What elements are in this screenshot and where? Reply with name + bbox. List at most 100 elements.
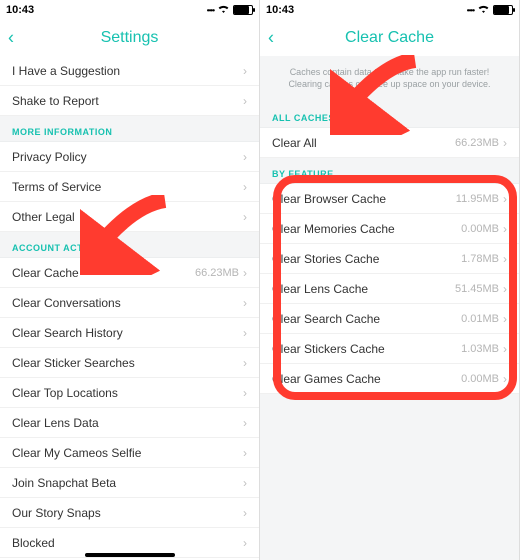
row-clear-cameos[interactable]: Clear My Cameos Selfie › <box>0 438 259 468</box>
row-browser-cache[interactable]: Clear Browser Cache 11.95MB › <box>260 184 519 214</box>
row-privacy[interactable]: Privacy Policy › <box>0 142 259 172</box>
row-label: Clear Stickers Cache <box>272 342 385 356</box>
row-trailing: 1.03MB› <box>461 342 507 356</box>
signal-icon: •••• <box>207 6 214 15</box>
row-label: Other Legal <box>12 210 75 224</box>
row-label: Clear Cache <box>12 266 79 280</box>
row-label: Clear Games Cache <box>272 372 381 386</box>
row-label: Clear All <box>272 136 317 150</box>
cache-size: 1.78MB <box>461 253 499 265</box>
chevron-right-icon: › <box>243 180 247 194</box>
row-our-story[interactable]: Our Story Snaps › <box>0 498 259 528</box>
chevron-right-icon: › <box>243 326 247 340</box>
row-suggestion[interactable]: I Have a Suggestion › <box>0 56 259 86</box>
row-clear-all[interactable]: Clear All 66.23MB› <box>260 128 519 158</box>
row-label: Clear Memories Cache <box>272 222 395 236</box>
row-label: Privacy Policy <box>12 150 87 164</box>
row-trailing: 66.23MB › <box>195 266 247 280</box>
row-trailing: 0.01MB › <box>461 312 507 326</box>
row-clear-cache[interactable]: Clear Cache 66.23MB › <box>0 258 259 288</box>
phone-clear-cache: 10:43 •••• ‹ Clear Cache Caches contain … <box>260 0 520 560</box>
row-label: Clear Top Locations <box>12 386 118 400</box>
row-clear-lens-data[interactable]: Clear Lens Data› <box>0 408 259 438</box>
row-games-cache[interactable]: Clear Games Cache 0.00MB › <box>260 364 519 394</box>
settings-list[interactable]: I Have a Suggestion › Shake to Report › MO… <box>0 56 259 560</box>
row-stories-cache[interactable]: Clear Stories Cache 1.78MB › <box>260 244 519 274</box>
section-all-caches: ALL CACHES <box>260 102 519 128</box>
status-time: 10:43 <box>266 4 294 16</box>
cache-size: 11.95MB <box>456 193 499 205</box>
chevron-right-icon: › <box>503 282 507 296</box>
chevron-right-icon: › <box>243 210 247 224</box>
back-button[interactable]: ‹ <box>268 28 274 49</box>
row-label: Clear My Cameos Selfie <box>12 446 141 460</box>
row-trailing: 66.23MB› <box>455 136 507 150</box>
battery-icon <box>233 5 253 15</box>
row-label: Clear Sticker Searches <box>12 356 135 370</box>
row-trailing: 51.45MB › <box>455 282 507 296</box>
phone-settings: 10:43 •••• ‹ Settings I Have a Suggestio… <box>0 0 260 560</box>
chevron-right-icon: › <box>243 416 247 430</box>
chevron-right-icon: › <box>243 150 247 164</box>
row-trailing: 1.78MB › <box>461 252 507 266</box>
row-stickers-cache[interactable]: Clear Stickers Cache 1.03MB› <box>260 334 519 364</box>
row-label: Clear Conversations <box>12 296 121 310</box>
page-title: Clear Cache <box>345 29 434 47</box>
wifi-icon <box>217 4 230 17</box>
chevron-right-icon: › <box>503 372 507 386</box>
row-label: Our Story Snaps <box>12 506 101 520</box>
row-join-beta[interactable]: Join Snapchat Beta › <box>0 468 259 498</box>
battery-icon <box>493 5 513 15</box>
home-indicator[interactable] <box>85 553 175 557</box>
nav-bar: ‹ Clear Cache <box>260 20 519 56</box>
chevron-right-icon: › <box>243 536 247 550</box>
row-label: Blocked <box>12 536 55 550</box>
row-label: Clear Stories Cache <box>272 252 379 266</box>
back-button[interactable]: ‹ <box>8 28 14 49</box>
row-lens-cache[interactable]: Clear Lens Cache 51.45MB › <box>260 274 519 304</box>
row-clear-conversations[interactable]: Clear Conversations› <box>0 288 259 318</box>
section-by-feature: BY FEATURE <box>260 158 519 184</box>
chevron-right-icon: › <box>243 356 247 370</box>
row-clear-sticker-searches[interactable]: Clear Sticker Searches › <box>0 348 259 378</box>
chevron-right-icon: › <box>243 476 247 490</box>
row-trailing: 0.00MB› <box>461 222 507 236</box>
row-trailing: 0.00MB › <box>461 372 507 386</box>
chevron-right-icon: › <box>503 342 507 356</box>
chevron-right-icon: › <box>503 312 507 326</box>
cache-size: 0.00MB <box>461 373 499 385</box>
chevron-right-icon: › <box>243 506 247 520</box>
row-label: Clear Lens Cache <box>272 282 368 296</box>
chevron-right-icon: › <box>243 446 247 460</box>
row-label: Clear Search Cache <box>272 312 380 326</box>
row-shake[interactable]: Shake to Report › <box>0 86 259 116</box>
chevron-right-icon: › <box>243 64 247 78</box>
chevron-right-icon: › <box>243 266 247 280</box>
chevron-right-icon: › <box>503 136 507 150</box>
chevron-right-icon: › <box>503 252 507 266</box>
section-more-info: MORE INFORMATION <box>0 116 259 142</box>
row-tos[interactable]: Terms of Service › <box>0 172 259 202</box>
row-memories-cache[interactable]: Clear Memories Cache 0.00MB› <box>260 214 519 244</box>
row-clear-top-locations[interactable]: Clear Top Locations› <box>0 378 259 408</box>
section-account-actions: ACCOUNT ACTIONS <box>0 232 259 258</box>
row-label: Join Snapchat Beta <box>12 476 116 490</box>
cache-size: 51.45MB <box>455 283 499 295</box>
chevron-right-icon: › <box>243 94 247 108</box>
row-trailing: 11.95MB › <box>456 192 507 206</box>
row-legal[interactable]: Other Legal › <box>0 202 259 232</box>
row-label: Clear Search History <box>12 326 123 340</box>
chevron-right-icon: › <box>503 192 507 206</box>
row-label: Clear Browser Cache <box>272 192 386 206</box>
cache-size: 66.23MB <box>195 267 239 279</box>
cache-list[interactable]: Caches contain data that make the app ru… <box>260 56 519 560</box>
row-label: I Have a Suggestion <box>12 64 120 78</box>
row-clear-search-history[interactable]: Clear Search History › <box>0 318 259 348</box>
row-label: Shake to Report <box>12 94 99 108</box>
row-label: Terms of Service <box>12 180 101 194</box>
info-banner: Caches contain data that make the app ru… <box>260 56 519 102</box>
cache-size: 0.01MB <box>461 313 499 325</box>
row-search-cache[interactable]: Clear Search Cache 0.01MB › <box>260 304 519 334</box>
nav-bar: ‹ Settings <box>0 20 259 56</box>
cache-size: 0.00MB <box>461 223 499 235</box>
